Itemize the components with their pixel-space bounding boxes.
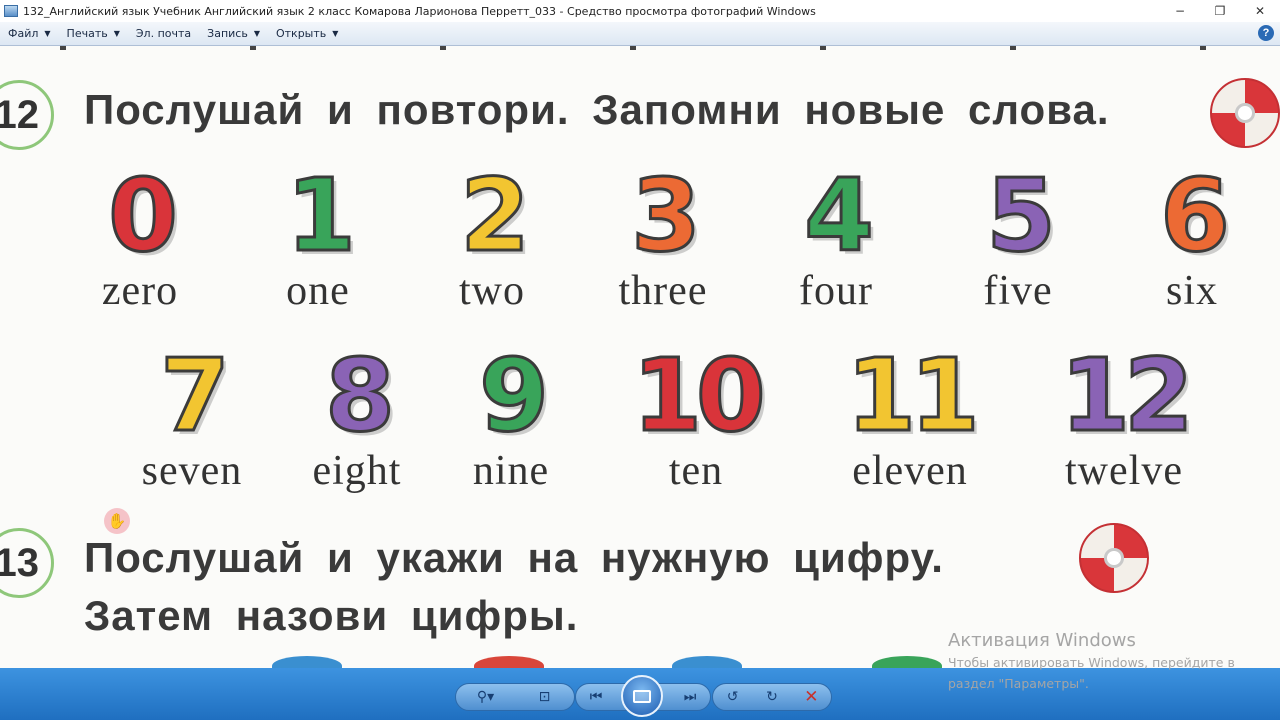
view-controls-group: ⚲▾ ⊡ xyxy=(455,683,575,711)
digit: 4 xyxy=(803,157,876,274)
digit: 7 xyxy=(159,337,232,454)
photo-viewer-app-icon xyxy=(4,5,18,17)
number-word: six xyxy=(1165,268,1218,314)
menu-open[interactable]: Открыть ▼ xyxy=(268,27,346,40)
exercise-13-number: 13 xyxy=(0,528,54,598)
menu-open-label: Открыть xyxy=(275,27,327,40)
menu-burn-label: Запись xyxy=(207,27,248,40)
window-title: 132_Английский язык Учебник Английский я… xyxy=(23,4,816,18)
digit: 3 xyxy=(630,157,703,274)
slideshow-button[interactable] xyxy=(621,675,663,717)
chevron-down-icon: ▼ xyxy=(332,29,339,38)
audio-disc-icon xyxy=(1210,78,1280,148)
menu-file-label: Файл xyxy=(8,27,39,40)
digit: 11 xyxy=(845,337,981,454)
digit: 9 xyxy=(478,337,551,454)
title-bar: 132_Английский язык Учебник Английский я… xyxy=(0,0,1280,22)
delete-icon[interactable]: ✕ xyxy=(798,687,824,707)
exercise-13-instruction-line2: Затем назови цифры. xyxy=(84,592,579,639)
number-card: 3 three xyxy=(578,157,748,314)
number-word: seven xyxy=(141,448,243,494)
digit: 1 xyxy=(285,157,358,274)
number-word: zero xyxy=(101,268,179,314)
help-button[interactable]: ? xyxy=(1258,25,1274,41)
partial-picture xyxy=(872,656,942,668)
number-card: 4 four xyxy=(751,157,921,314)
maximize-button[interactable]: ❐ xyxy=(1200,0,1240,22)
menu-file[interactable]: Файл ▼ xyxy=(0,27,59,40)
chevron-down-icon: ▼ xyxy=(113,29,120,38)
next-icon[interactable]: ⏭ xyxy=(677,689,703,705)
partial-picture xyxy=(474,656,544,668)
exercise-12-instruction: Послушай и повтори. Запомни новые слова. xyxy=(84,86,1110,133)
digit: 2 xyxy=(459,157,532,274)
menu-burn[interactable]: Запись ▼ xyxy=(199,27,268,40)
windows-activation-watermark: Активация Windows Чтобы активировать Win… xyxy=(948,630,1235,693)
chevron-down-icon: ▼ xyxy=(44,29,51,38)
digit: 6 xyxy=(1159,157,1232,274)
disc-hole xyxy=(1104,548,1124,568)
digit: 5 xyxy=(985,157,1058,274)
menu-email-label: Эл. почта xyxy=(135,27,192,40)
digit: 8 xyxy=(324,337,397,454)
activation-title: Активация Windows xyxy=(948,630,1136,651)
chevron-down-icon: ▼ xyxy=(253,29,260,38)
previous-icon[interactable]: ⏮ xyxy=(583,689,609,705)
rotate-clockwise-icon[interactable]: ↻ xyxy=(759,689,785,705)
close-button[interactable]: ✕ xyxy=(1240,0,1280,22)
number-card: 6 six xyxy=(1107,157,1277,314)
partial-picture xyxy=(672,656,742,668)
number-word: ten xyxy=(668,448,724,494)
edit-controls-group: ↺ ↻ ✕ xyxy=(712,683,832,711)
magnifier-icon[interactable]: ⚲▾ xyxy=(473,689,499,705)
number-card: 9 nine xyxy=(426,337,596,494)
number-card: 10 ten xyxy=(611,337,781,494)
number-word: five xyxy=(983,268,1053,314)
digit: 10 xyxy=(631,337,767,454)
number-card: 7 seven xyxy=(107,337,277,494)
previous-text-fragment xyxy=(0,46,1280,50)
number-card: 5 five xyxy=(933,157,1103,314)
number-word: one xyxy=(286,268,350,314)
exercise-13-instruction-line1: Послушай и укажи на нужную цифру. xyxy=(84,534,944,581)
rotate-counterclockwise-icon[interactable]: ↺ xyxy=(720,689,746,705)
partial-picture xyxy=(272,656,342,668)
menu-bar: Файл ▼ Печать ▼ Эл. почта Запись ▼ Открыть ▼… xyxy=(0,22,1280,46)
number-word: two xyxy=(459,268,525,314)
disc-hole xyxy=(1235,103,1255,123)
number-card: 11 eleven xyxy=(825,337,995,494)
fit-window-icon[interactable]: ⊡ xyxy=(532,689,558,705)
digit: 12 xyxy=(1059,337,1195,454)
exercise-12-number: 12 xyxy=(0,80,54,150)
number-card: 1 one xyxy=(233,157,403,314)
number-word: twelve xyxy=(1065,448,1183,494)
number-card: 8 eight xyxy=(272,337,442,494)
number-card: 0 zero xyxy=(55,157,225,314)
number-word: eight xyxy=(312,448,402,494)
digit: 0 xyxy=(107,157,180,274)
hand-cursor-icon: ✋ xyxy=(104,508,130,534)
number-word: nine xyxy=(472,448,550,494)
slideshow-icon xyxy=(633,689,651,703)
menu-email[interactable]: Эл. почта xyxy=(128,27,199,40)
window-controls: − ❐ ✕ xyxy=(1160,0,1280,22)
menu-print[interactable]: Печать ▼ xyxy=(59,27,128,40)
photo-view: 12 Послушай и повтори. Запомни новые сло… xyxy=(0,46,1280,668)
number-card: 12 twelve xyxy=(1039,337,1209,494)
activation-line1: Чтобы активировать Windows, перейдите в xyxy=(948,655,1235,670)
activation-line2: раздел "Параметры". xyxy=(948,676,1089,691)
number-word: four xyxy=(799,268,873,314)
number-word: eleven xyxy=(852,448,968,494)
minimize-button[interactable]: − xyxy=(1160,0,1200,22)
menu-print-label: Печать xyxy=(66,27,108,40)
number-card: 2 two xyxy=(407,157,577,314)
audio-disc-icon xyxy=(1079,523,1149,593)
number-word: three xyxy=(618,268,708,314)
